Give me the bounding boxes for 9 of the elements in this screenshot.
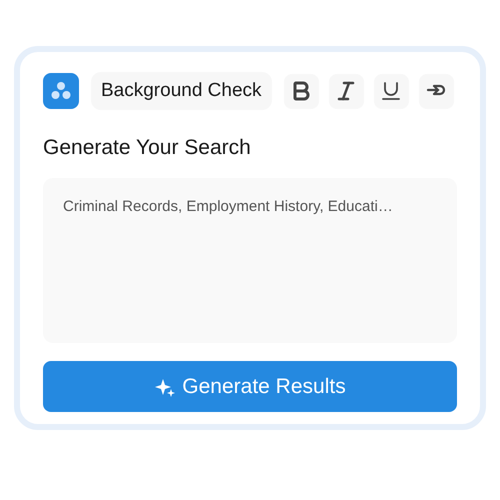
heading: Generate Your Search (43, 135, 252, 161)
generate-button[interactable]: Generate Results (43, 361, 457, 412)
underline-button[interactable] (374, 74, 409, 108)
title-chip: Background Check (91, 72, 272, 110)
italic-button[interactable] (328, 74, 364, 108)
logo-icon (43, 73, 79, 109)
search-field[interactable]: Criminal Records, Employment History, Educati… (43, 178, 457, 343)
link-button[interactable] (418, 74, 454, 108)
bold-button[interactable] (284, 74, 319, 108)
